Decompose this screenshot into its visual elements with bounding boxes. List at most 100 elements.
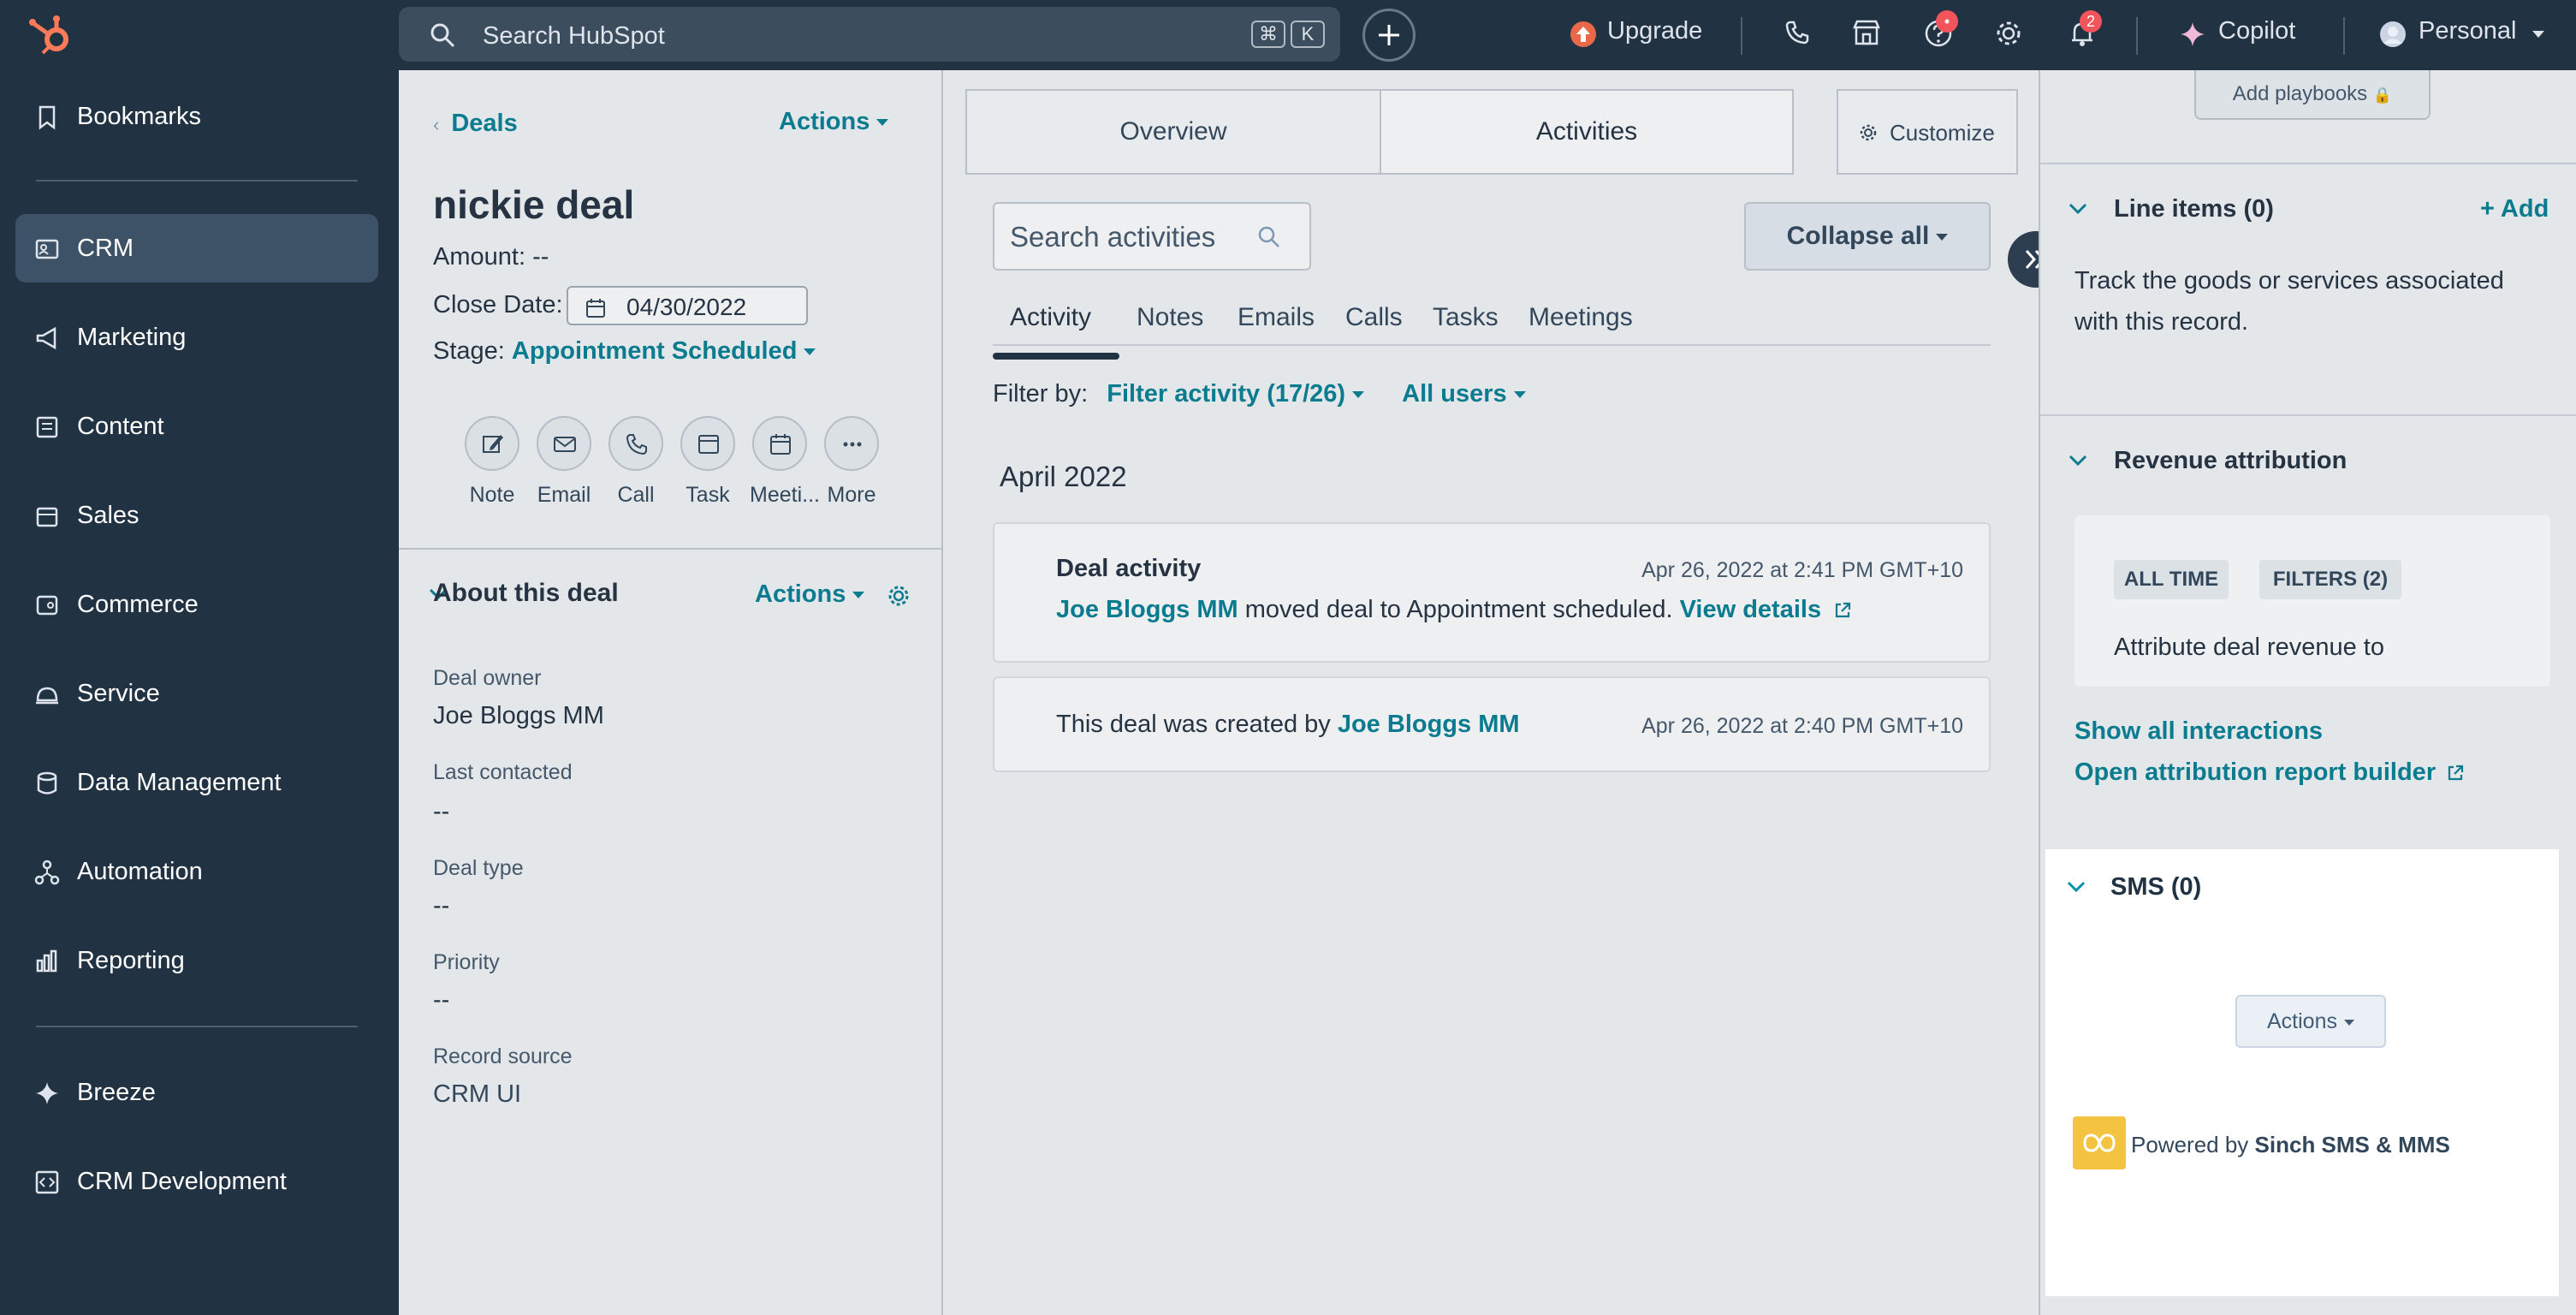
sidebar-item-crm-development[interactable]: CRM Development [15,1147,378,1216]
settings-gear-icon[interactable] [887,584,911,608]
create-new-button[interactable] [1362,9,1416,62]
filter-activity-dropdown[interactable]: Filter activity (17/26) [1107,380,1365,408]
filters-pill[interactable]: FILTERS (2) [2259,560,2401,599]
sidebar-item-breeze[interactable]: Breeze [15,1058,378,1127]
sidebar-item-bookmarks[interactable]: Bookmarks [15,82,378,151]
meeting-action-label: Meeti... [750,483,820,507]
more-action-circle [824,416,879,471]
sidebar-item-reporting[interactable]: Reporting [15,926,378,995]
all-time-pill[interactable]: ALL TIME [2114,560,2229,599]
field-value-deal-owner[interactable]: Joe Bloggs MM [433,702,604,730]
edit-note-icon [483,435,503,453]
tab-activity[interactable]: Activity [1010,303,1091,332]
line-items-title[interactable]: Line items (0) [2114,195,2274,223]
content-icon [36,416,58,438]
tab-tasks[interactable]: Tasks [1433,303,1499,332]
sidebar-item-content[interactable]: Content [15,392,378,461]
search-activities-input[interactable]: Search activities [993,202,1311,271]
revenue-attribution-title[interactable]: Revenue attribution [2114,447,2347,475]
phone-icon[interactable] [1784,19,1811,46]
tab-emails[interactable]: Emails [1238,303,1315,332]
field-value-priority[interactable]: -- [433,986,449,1015]
calendar-icon [770,434,791,455]
amount-value[interactable]: -- [532,243,549,271]
settings-gear-icon[interactable] [1994,19,2023,48]
actor-link[interactable]: Joe Bloggs MM [1338,711,1520,738]
add-line-item-button[interactable]: + Add [2480,195,2549,223]
all-users-dropdown[interactable]: All users [1402,380,1526,408]
sms-title[interactable]: SMS (0) [2110,873,2201,901]
activity-text: moved deal to Appointment scheduled. [1244,596,1673,623]
sidebar-item-service[interactable]: Service [15,659,378,728]
breadcrumb-deals-link[interactable]: Deals [451,110,517,137]
field-value-deal-type[interactable]: -- [433,892,449,920]
tab-meetings[interactable]: Meetings [1528,303,1633,332]
chevron-down-icon[interactable] [2066,880,2086,894]
collapse-all-button[interactable]: Collapse all [1744,202,1991,271]
hubspot-logo-icon[interactable] [26,14,77,58]
customize-button[interactable]: Customize [1837,89,2018,175]
close-date-label: Close Date: [433,291,563,318]
breadcrumb[interactable]: ‹ Deals [433,110,518,138]
sidebar-item-sales[interactable]: Sales [15,481,378,550]
megaphone-icon [36,326,56,350]
field-value-last-contacted[interactable]: -- [433,798,449,826]
close-date-field[interactable]: 04/30/2022 [567,286,808,325]
upgrade-link[interactable]: Upgrade [1607,17,1702,45]
copilot-button[interactable]: Copilot [2218,17,2295,45]
sidebar-item-label: Sales [77,501,139,529]
open-attribution-builder-label: Open attribution report builder [2074,759,2437,786]
tab-calls[interactable]: Calls [1345,303,1403,332]
search-icon [430,23,455,48]
sinch-brand-label: Sinch SMS & MMS [2254,1132,2450,1157]
tab-notes[interactable]: Notes [1137,303,1203,332]
sidebar-item-crm[interactable]: CRM [15,214,378,283]
deal-actions-dropdown[interactable]: Actions [779,108,889,136]
section-divider [399,548,943,550]
chevron-down-icon[interactable] [2068,202,2088,216]
caret-down-icon [2343,1019,2354,1026]
avatar[interactable] [2379,21,2407,48]
section-divider [2040,163,2576,164]
note-action-button[interactable]: Note [462,416,522,508]
more-action-button[interactable]: More [822,416,881,508]
tab-activities[interactable]: Activities [1380,89,1794,175]
chevron-down-icon[interactable] [2531,29,2545,39]
view-details-link[interactable]: View details [1680,596,1822,623]
activity-card[interactable]: Deal activity Apr 26, 2022 at 2:41 PM GM… [993,522,1991,663]
actor-link[interactable]: Joe Bloggs MM [1056,596,1238,623]
sidebar-item-automation[interactable]: Automation [15,837,378,906]
email-action-button[interactable]: Email [534,416,594,508]
caret-down-icon [876,119,889,127]
deal-summary-panel: ‹ Deals Actions nickie deal Amount: -- Cl… [399,70,943,1315]
sidebar-item-data-management[interactable]: Data Management [15,748,378,817]
global-search-input[interactable]: Search HubSpot ⌘ K [399,7,1340,62]
sidebar-item-marketing[interactable]: Marketing [15,303,378,372]
stage-dropdown[interactable]: Appointment Scheduled [512,337,816,365]
call-action-button[interactable]: Call [606,416,666,508]
field-label-priority: Priority [433,950,500,974]
about-actions-dropdown[interactable]: Actions [755,580,865,609]
gear-icon [1860,124,1877,141]
show-all-interactions-link[interactable]: Show all interactions [2074,717,2323,746]
sms-actions-dropdown[interactable]: Actions [2235,995,2386,1048]
chevron-down-icon[interactable] [2068,454,2088,467]
activity-card[interactable]: This deal was created by Joe Bloggs MM A… [993,676,1991,772]
amount-label: Amount: [433,243,525,271]
task-action-button[interactable]: Task [678,416,738,508]
open-attribution-builder-link[interactable]: Open attribution report builder [2074,759,2465,787]
sidebar-item-commerce[interactable]: Commerce [15,570,378,639]
tab-overview[interactable]: Overview [965,89,1381,175]
task-icon [698,435,719,454]
collapse-all-label: Collapse all [1786,222,1930,250]
about-section-title[interactable]: About this deal [433,579,619,608]
account-menu[interactable]: Personal [2419,17,2516,45]
attribution-text: Attribute deal revenue to [2114,634,2384,661]
chevron-left-icon: ‹ [433,114,440,135]
caret-down-icon [1352,391,1365,399]
activity-card-title: Deal activity [1056,555,1202,582]
more-action-label: More [827,483,876,507]
meeting-action-button[interactable]: Meeti... [750,416,820,508]
marketplace-icon[interactable] [1852,19,1881,46]
add-playbooks-button[interactable]: Add playbooks 🔒 [2194,70,2431,120]
